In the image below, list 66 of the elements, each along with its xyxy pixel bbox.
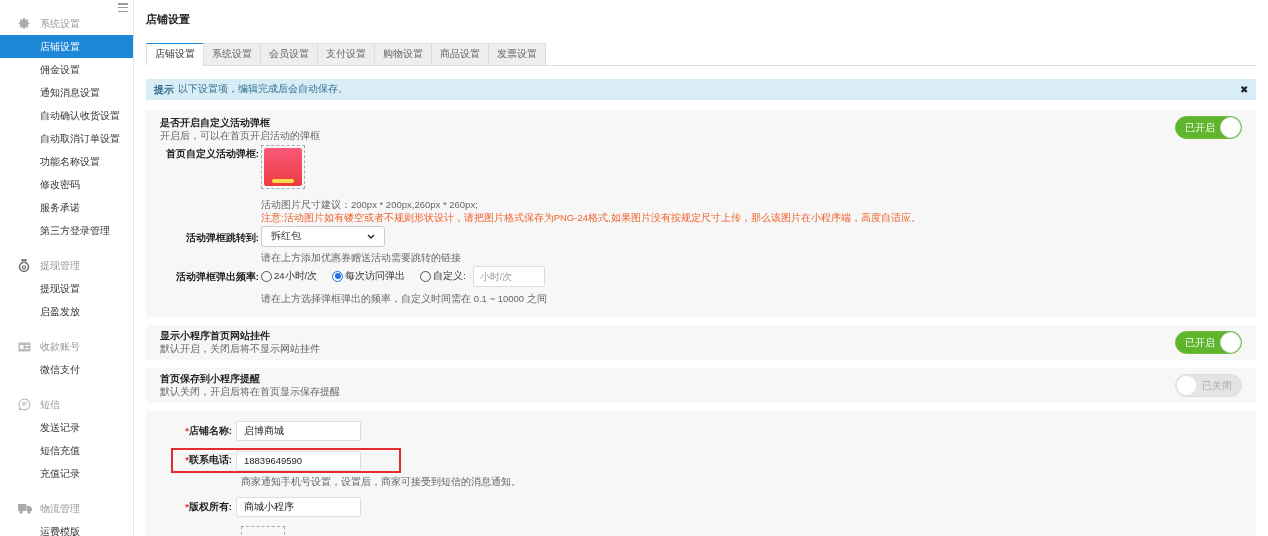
sidebar-item[interactable]: 第三方登录管理 <box>0 219 133 242</box>
sidebar-group-title: 短信 <box>40 398 60 412</box>
sidebar-item[interactable]: 通知消息设置 <box>0 81 133 104</box>
frequency-hint: 请在上方选择弹框弹出的频率，自定义时间需在 0.1 ~ 10000 之间 <box>261 292 547 305</box>
moneybag-icon <box>18 259 30 272</box>
sidebar-item[interactable]: 佣金设置 <box>0 58 133 81</box>
text-field[interactable]: 启博商城 <box>236 421 361 441</box>
sidebar-group-title: 物流管理 <box>40 502 80 516</box>
tab[interactable]: 购物设置 <box>374 43 432 66</box>
setting-description: 默认开启，关闭后将不显示网站挂件 <box>160 342 320 355</box>
setting-title: 首页保存到小程序提醒 <box>160 372 261 385</box>
menu-icon[interactable] <box>118 3 128 12</box>
truck-icon <box>18 503 32 514</box>
image-size-hint: 活动图片尺寸建议：200px * 200px,260px * 260px; <box>261 198 479 211</box>
text-field[interactable]: 商城小程序 <box>236 497 361 517</box>
sidebar-item[interactable]: 发送记录 <box>0 416 133 439</box>
caret-icon <box>367 234 375 239</box>
notice-label: 提示 <box>154 83 174 97</box>
custom-frequency-field[interactable]: 小时/次 <box>472 265 545 287</box>
field-label: 活动弹框跳转到: <box>184 231 260 245</box>
jump-hint: 请在上方添加优惠券赠送活动需要跳转的链接 <box>261 251 461 264</box>
field-label: 首页自定义活动弹框: <box>164 147 260 161</box>
radio-option[interactable]: 自定义: <box>420 268 466 284</box>
sidebar-item[interactable]: 自动取消订单设置 <box>0 127 133 150</box>
sidebar-item[interactable]: 充值记录 <box>0 462 133 485</box>
tab[interactable]: 会员设置 <box>260 43 318 66</box>
tab[interactable]: 店铺设置 <box>146 43 204 66</box>
sidebar-item[interactable]: 店铺设置 <box>0 35 133 58</box>
setting-title: 是否开启自定义活动弹框 <box>160 116 271 129</box>
sidebar-item[interactable]: 提现设置 <box>0 277 133 300</box>
setting-description: 开启后，可以在首页开启活动的弹框 <box>160 129 320 142</box>
sidebar-item[interactable]: 启盈发放 <box>0 300 133 323</box>
sidebar-group-title: 提现管理 <box>40 259 80 273</box>
sidebar-item[interactable]: 服务承诺 <box>0 196 133 219</box>
id-card-icon <box>18 341 31 352</box>
sidebar-group-title: 收款账号 <box>40 340 80 354</box>
tab[interactable]: 发票设置 <box>488 43 546 66</box>
image-upload[interactable] <box>261 145 305 189</box>
radio-option[interactable]: 每次访问弹出 <box>332 268 406 284</box>
warning-note: 注意:活动图片如有镂空或者不规则形状设计，请把图片格式保存为PNG-24格式,如果图片没有按规定尺寸上传，那么该图片在小程序端，高度自适应。 <box>261 211 921 224</box>
jump-select[interactable]: 拆红包 <box>261 226 385 247</box>
sidebar-item[interactable]: 微信支付 <box>0 358 133 381</box>
setting-title: 显示小程序首页网站挂件 <box>160 329 271 342</box>
field-label: *联系电话: <box>184 453 233 468</box>
chat-bubble-icon <box>18 398 31 411</box>
notice-text: 以下设置项，编辑完成后会自动保存。 <box>178 82 348 97</box>
sidebar-item[interactable]: 运费模版 <box>0 520 133 536</box>
promo-image <box>264 148 302 186</box>
gear-icon <box>18 17 31 30</box>
sidebar-group-title: 系统设置 <box>40 17 80 31</box>
page-title: 店铺设置 <box>146 12 191 27</box>
text-field[interactable]: 18839649590 <box>236 450 361 471</box>
tab[interactable]: 商品设置 <box>431 43 489 66</box>
field-label: *店铺名称: <box>184 423 233 438</box>
sidebar-item[interactable]: 自动确认收货设置 <box>0 104 133 127</box>
tab[interactable]: 支付设置 <box>317 43 375 66</box>
close-icon[interactable]: ✖ <box>1240 82 1248 97</box>
setting-description: 默认关闭，开启后将在首页显示保存提醒 <box>160 385 340 398</box>
field-label: 活动弹框弹出频率: <box>174 270 260 284</box>
sidebar-item[interactable]: 修改密码 <box>0 173 133 196</box>
field-hint: 商家通知手机号设置，设置后，商家可接受到短信的消息通知。 <box>241 476 522 488</box>
sidebar-item[interactable]: 功能名称设置 <box>0 150 133 173</box>
tab[interactable]: 系统设置 <box>203 43 261 66</box>
field-label: *版权所有: <box>184 499 233 514</box>
sidebar-item[interactable]: 短信充值 <box>0 439 133 462</box>
radio-option[interactable]: 24小时/次 <box>261 268 318 284</box>
